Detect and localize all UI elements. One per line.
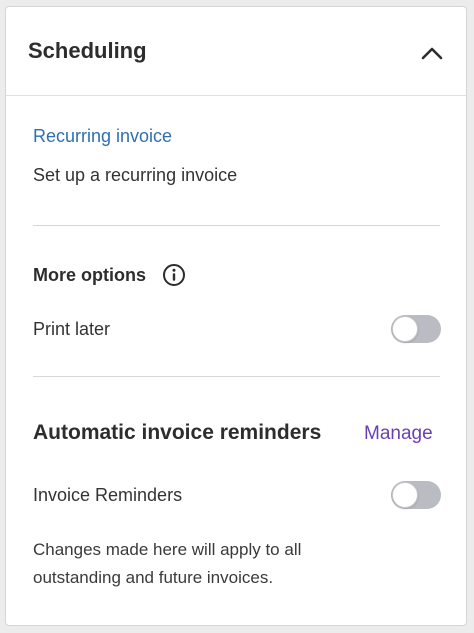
divider [33, 225, 440, 226]
info-icon[interactable] [162, 263, 186, 287]
toggle-knob [392, 482, 418, 508]
panel-title: Scheduling [28, 38, 147, 63]
manage-link[interactable]: Manage [364, 422, 433, 446]
print-later-toggle[interactable] [391, 315, 441, 343]
panel-header[interactable]: Scheduling [6, 7, 466, 96]
collapse-button[interactable] [416, 37, 448, 69]
recurring-invoice-link[interactable]: Recurring invoice [33, 124, 172, 148]
reminders-note: Changes made here will apply to all outs… [33, 540, 302, 587]
print-later-label: Print later [33, 319, 111, 339]
invoice-reminders-label: Invoice Reminders [33, 485, 183, 505]
automatic-reminders-title: Automatic invoice reminders [33, 421, 322, 444]
chevron-up-icon [421, 47, 443, 60]
more-options-title: More options [33, 265, 146, 285]
divider [33, 376, 440, 377]
toggle-knob [392, 316, 418, 342]
recurring-invoice-description: Set up a recurring invoice [33, 165, 238, 185]
invoice-reminders-toggle[interactable] [391, 481, 441, 509]
scheduling-panel: Scheduling Recurring invoice Set up a re… [5, 6, 467, 626]
